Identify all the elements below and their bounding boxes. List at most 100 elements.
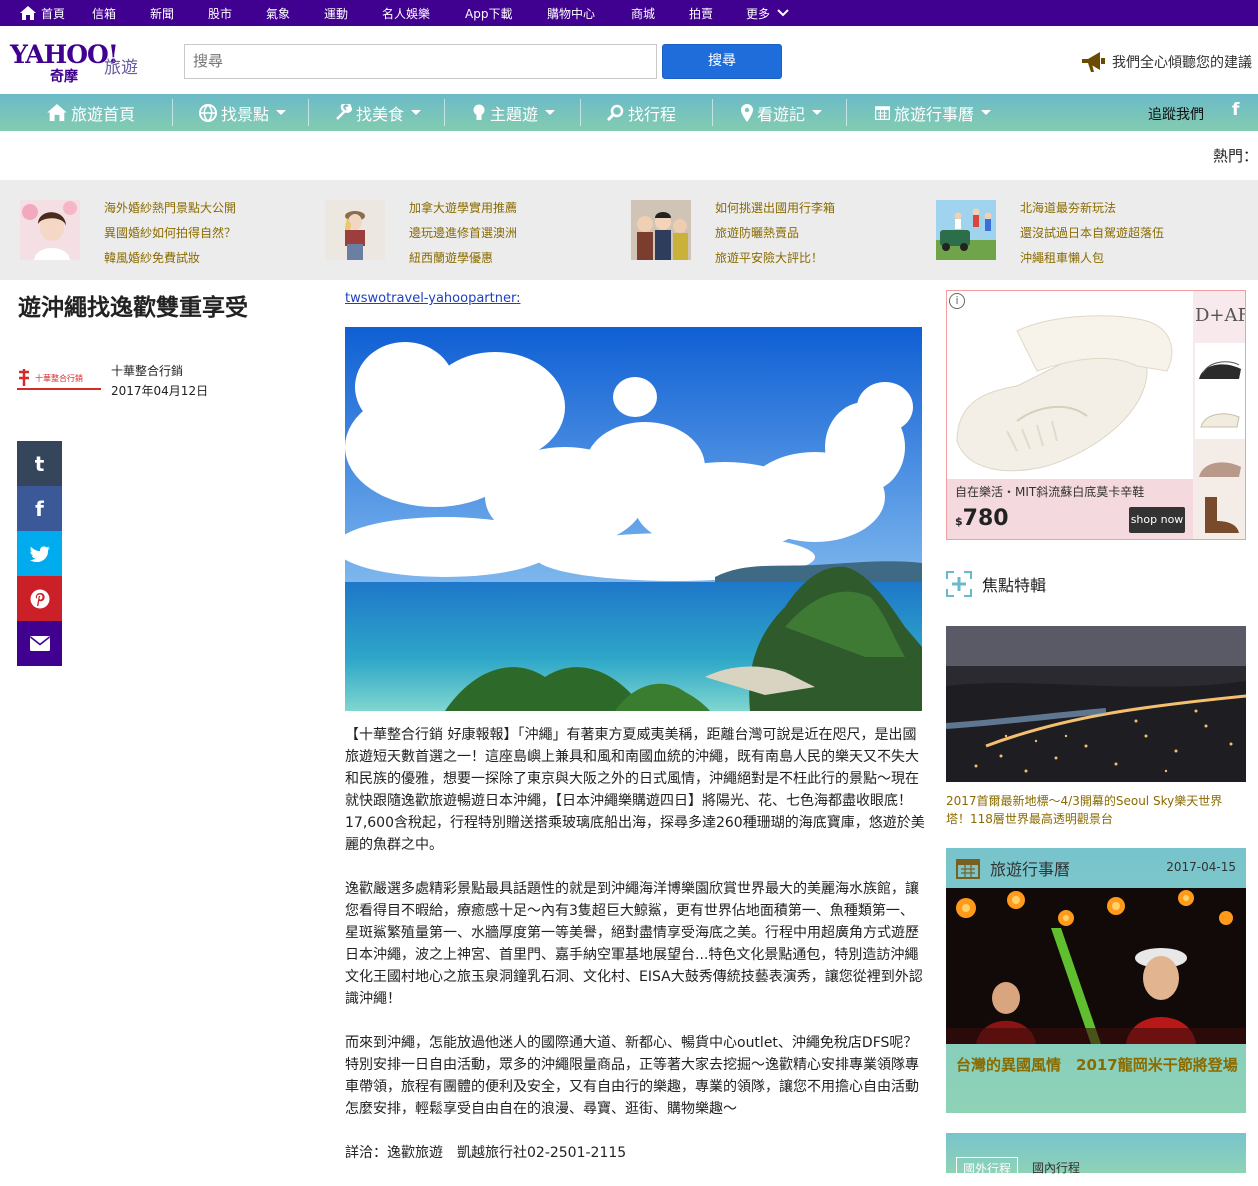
featured-link[interactable]: 韓風婚紗免費試妝 [104,246,236,271]
logo-yahoo-text: YAHOO! [10,40,119,69]
topbar-app-link[interactable]: App下載 [465,5,512,22]
topbar-celebrity-link[interactable]: 名人娛樂 [382,5,430,22]
yahoo-travel-logo[interactable]: YAHOO! 奇摩 旅遊 [10,40,140,85]
nav-divider [712,99,713,126]
share-email-button[interactable] [17,621,62,666]
tab-overseas[interactable]: 國外行程 [956,1157,1019,1180]
featured-link[interactable]: 如何挑選出國用行李箱 [715,196,835,221]
tab-domestic[interactable]: 國內行程 [1026,1157,1086,1178]
ad-thumb-taupe[interactable] [1195,441,1245,489]
author-name[interactable]: 十華整合行銷 [111,361,208,381]
ad-brand: D+AF [1195,305,1246,326]
nav-divider [172,99,173,126]
calendar-icon [956,859,980,879]
ad-thumb-white[interactable] [1195,391,1245,439]
search-button[interactable]: 搜尋 [662,44,782,79]
nav-travel-notes[interactable]: 看遊記 [741,94,823,131]
nav-find-spots-label: 找景點 [221,104,270,124]
nav-find-food-label: 找美食 [356,104,405,124]
focus-heading-label: 焦點特輯 [982,576,1047,595]
topbar-more-label: 更多 [746,6,771,21]
facebook-icon: f [35,496,44,521]
featured-link[interactable]: 還沒試過日本自駕遊超落伍 [1020,221,1164,246]
featured-link[interactable]: 旅遊防曬熱賣品 [715,221,835,246]
nav-theme-tours-label: 主題遊 [490,104,539,124]
topbar-mail-link[interactable]: 信箱 [92,5,116,22]
follow-us-label: 追蹤我們 [1148,107,1204,123]
map-pin-icon [741,103,753,122]
featured-link[interactable]: 北海道最夯新玩法 [1020,196,1164,221]
article-body: 【十華整合行銷 好康報報】「沖繩」有著東方夏威夷美稱，距離台灣可說是近在咫尺，是… [345,724,925,1186]
topbar-mall-link[interactable]: 商城 [631,5,655,22]
featured-thumbnail[interactable] [325,200,385,260]
nav-divider [308,99,309,126]
topbar-stock-link[interactable]: 股市 [208,5,232,22]
ad-main-image [947,291,1193,479]
calendar-image[interactable] [946,888,1246,1044]
ad-info-icon[interactable]: i [949,293,965,309]
feedback-link[interactable]: 我們全心傾聽您的建議 [1080,50,1252,74]
calendar-caption-link[interactable]: 台灣的異國風情 2017龍岡米干節將登場 [956,1053,1241,1078]
featured-link[interactable]: 異國婚紗如何拍得自然？ [104,221,236,246]
caret-down-icon [981,110,992,115]
search-icon [607,104,624,121]
nav-divider [444,99,445,126]
focus-caption-link[interactable]: 2017首爾最新地標～4/3開幕的Seoul Sky樂天世界塔！118層世界最高… [946,792,1246,828]
nav-travel-home-label: 旅遊首頁 [71,104,136,124]
share-twitter-button[interactable] [17,531,62,576]
author-logo: 十華整合行銷 [17,368,101,392]
share-pinterest-button[interactable] [17,576,62,621]
featured-thumbnail[interactable] [936,200,996,260]
facebook-icon[interactable]: f [1232,100,1239,120]
pinterest-icon [30,589,49,608]
featured-thumbnail[interactable] [20,200,80,260]
ad-thumb-black[interactable] [1195,343,1245,391]
logo-qimo-text: 奇摩 [50,69,78,85]
search-input[interactable] [184,44,657,79]
caret-down-icon [812,110,823,115]
globe-icon [199,103,217,122]
featured-thumbnail[interactable] [631,200,691,260]
feedback-label: 我們全心傾聽您的建議 [1112,55,1252,71]
topbar-weather-link[interactable]: 氣象 [266,5,290,22]
featured-link[interactable]: 紐西蘭遊學優惠 [409,246,517,271]
home-icon [47,104,67,121]
nav-theme-tours[interactable]: 主題遊 [472,94,556,131]
topbar-shopping-link[interactable]: 購物中心 [547,5,595,22]
topbar-more-menu[interactable]: 更多 [746,5,789,22]
shop-now-button[interactable]: shop now [1129,507,1185,533]
ad-product-description: 自在樂活・MIT斜流蘇白底莫卡辛鞋 [955,485,1145,499]
article-source-link[interactable]: twswotravel-yahoopartner: [345,291,520,306]
calendar-icon [875,106,890,120]
article-hero-image [345,327,922,711]
share-facebook-button[interactable]: f [17,486,62,531]
article-meta: 十華整合行銷 2017年04月12日 [111,361,208,401]
travel-navigation: 旅遊首頁 找景點 找美食 主題遊 找行程 看遊記 旅遊行事曆 追蹤我們 f [0,94,1258,131]
featured-link[interactable]: 加拿大遊學實用推薦 [409,196,517,221]
focus-plus-icon [946,571,972,597]
logo-section-text: 旅遊 [104,58,138,78]
focus-image[interactable] [946,626,1246,782]
nav-travel-home[interactable]: 旅遊首頁 [47,94,135,131]
nav-find-itinerary[interactable]: 找行程 [607,94,676,131]
featured-link[interactable]: 海外婚紗熱門景點大公開 [104,196,236,221]
featured-link[interactable]: 邊玩邊進修首選澳洲 [409,221,517,246]
share-tumblr-button[interactable]: t [17,441,62,486]
ad-thumb-brown[interactable] [1195,491,1245,539]
nav-find-food[interactable]: 找美食 [335,94,422,131]
topbar-home-link[interactable]: 首頁 [20,5,65,22]
featured-links-band: 海外婚紗熱門景點大公開 異國婚紗如何拍得自然？ 韓風婚紗免費試妝 加拿大遊學實用… [0,180,1258,280]
topbar-sports-link[interactable]: 運動 [324,5,348,22]
topbar-auction-link[interactable]: 拍賣 [689,5,713,22]
featured-link[interactable]: 沖繩租車懶人包 [1020,246,1164,271]
topbar-news-link[interactable]: 新聞 [150,5,174,22]
nav-divider [846,99,847,126]
featured-link[interactable]: 旅遊平安險大評比！ [715,246,835,271]
nav-travel-calendar-label: 旅遊行事曆 [894,104,975,124]
nav-find-spots[interactable]: 找景點 [199,94,287,131]
itinerary-tabs: 國外行程 國內行程 [946,1133,1246,1180]
source-suffix: : [516,291,521,306]
shoe-advertisement[interactable]: i D+AF 自在樂活・MIT斜流蘇白底莫卡辛鞋 $780 shop now [946,290,1246,540]
calendar-heading: 旅遊行事曆 [956,856,1070,880]
nav-travel-calendar[interactable]: 旅遊行事曆 [875,94,992,131]
